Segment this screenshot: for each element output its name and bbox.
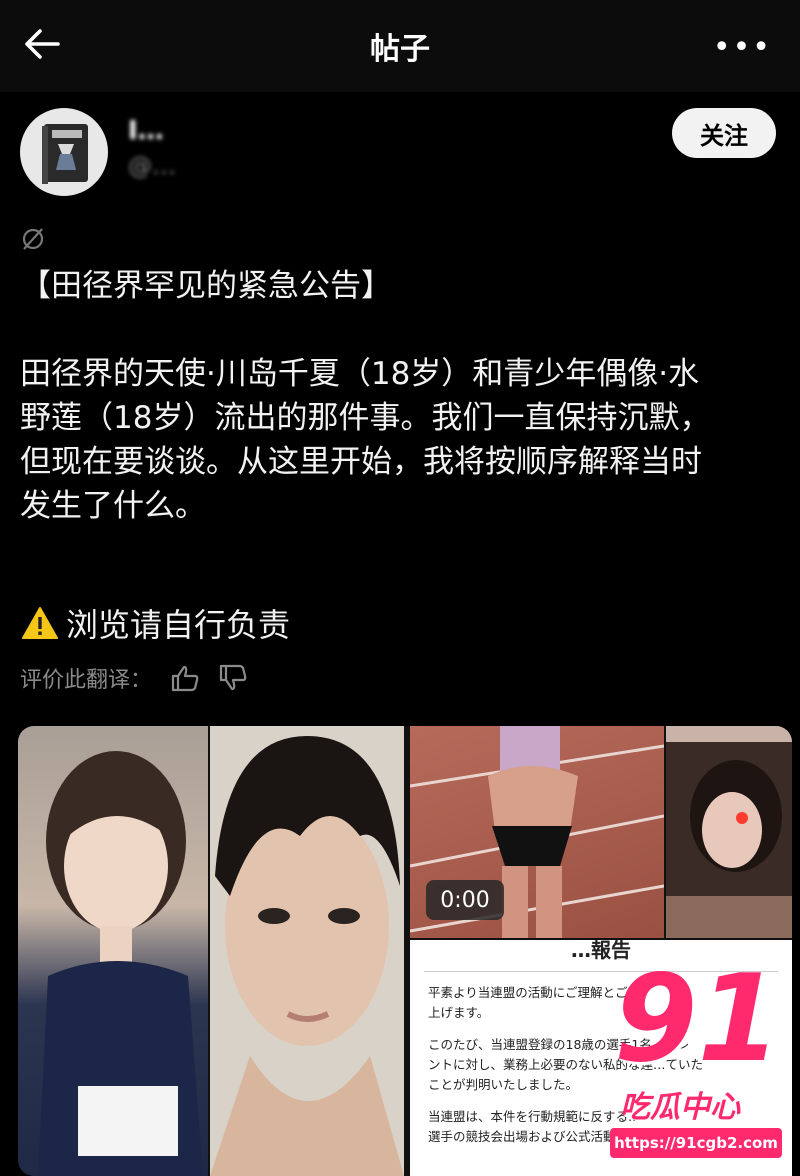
warning-line: 浏览请自行负责 — [20, 600, 290, 646]
thumbs-up-icon[interactable] — [170, 664, 200, 692]
thumbs-down-icon[interactable] — [218, 664, 248, 692]
post-heading: 【田径界罕见的紧急公告】 — [20, 268, 392, 304]
book-icon — [42, 124, 88, 184]
rate-label: 评价此翻译： — [20, 668, 153, 693]
warning-text: 浏览请自行负责 — [66, 606, 291, 644]
photo-athlete[interactable] — [18, 726, 208, 1176]
video-duration: 0:00 — [426, 880, 504, 920]
photo-portrait[interactable] — [210, 726, 404, 1176]
follow-button[interactable]: 关注 — [672, 108, 776, 158]
post-line: 野莲（18岁）流出的那件事。我们一直保持沉默， — [20, 400, 711, 436]
photo-side[interactable] — [666, 726, 792, 938]
person-illustration — [666, 726, 792, 938]
post-text: 【田径界罕见的紧急公告】 田径界的天使·川岛千夏（18岁）和青少年偶像·水 野莲… — [20, 264, 790, 528]
watermark: 91 吃瓜中心 https://91cgb2.com — [600, 960, 800, 1176]
post-line: 田径界的天使·川岛千夏（18岁）和青少年偶像·水 — [20, 356, 700, 392]
warning-icon — [22, 607, 58, 639]
author-name[interactable]: I… — [128, 116, 164, 146]
more-options-icon[interactable]: ••• — [713, 30, 772, 65]
watermark-url: https://91cgb2.com — [610, 1128, 782, 1158]
top-bar: 帖子 ••• — [0, 0, 800, 92]
post-line: 发生了什么。 — [20, 488, 206, 524]
watermark-text: 吃瓜中心 — [620, 1090, 740, 1125]
watermark-number: 91 — [614, 950, 781, 1089]
translation-rating: 评价此翻译： — [20, 662, 248, 694]
person-illustration — [210, 736, 404, 1176]
author-handle: @… — [128, 152, 176, 180]
translate-icon — [22, 228, 44, 250]
avatar[interactable] — [20, 108, 108, 196]
page-title: 帖子 — [370, 32, 430, 67]
person-illustration — [38, 751, 203, 1176]
post-line: 但现在要谈谈。从这里开始，我将按顺序解释当时 — [20, 444, 702, 480]
